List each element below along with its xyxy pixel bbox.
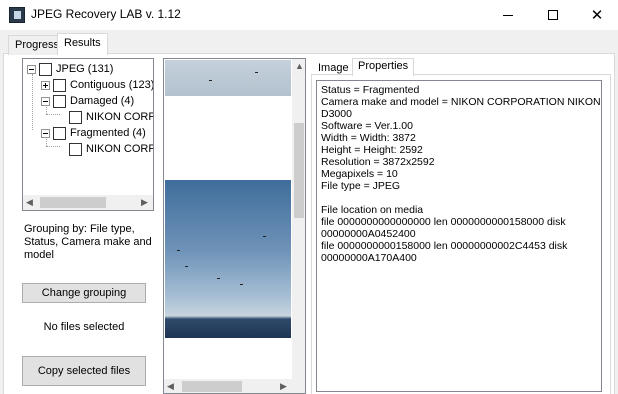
preview-vertical-scrollbar[interactable]: ▲	[292, 59, 305, 393]
location-entry-cont: 00000000A0452400	[321, 228, 416, 240]
tab-results[interactable]: Results	[57, 33, 108, 55]
location-entry: file 0000000000158000 len 00000000002C44…	[321, 240, 568, 252]
copy-selected-files-button[interactable]: Copy selected files	[22, 356, 146, 386]
thumbnail-image[interactable]	[165, 180, 291, 338]
change-grouping-button[interactable]: Change grouping	[22, 283, 146, 303]
scroll-left-icon[interactable]: ◀	[26, 197, 33, 208]
property-resolution: Resolution = 3872x2592	[321, 156, 435, 168]
tree-node-damaged-nikon[interactable]: NIKON CORPO	[69, 109, 153, 125]
tab-image-label: Image	[318, 62, 349, 74]
scroll-up-icon[interactable]: ▲	[295, 61, 304, 71]
tree-node-contiguous[interactable]: Contiguous (123)	[41, 77, 154, 93]
scroll-right-icon[interactable]: ▶	[280, 381, 287, 392]
tab-image[interactable]: Image	[313, 60, 354, 76]
file-tree[interactable]: JPEG (131) Contiguous (123) Damaged (4) …	[22, 58, 154, 211]
property-software: Software = Ver.1.00	[321, 120, 413, 132]
close-button[interactable]: ✕	[575, 0, 618, 30]
maximize-icon	[548, 10, 558, 20]
tab-progress-label: Progress	[15, 39, 60, 51]
scrollbar-thumb[interactable]	[182, 381, 242, 392]
collapse-icon[interactable]	[41, 128, 50, 138]
tab-results-label: Results	[64, 37, 101, 49]
preview-horizontal-scrollbar[interactable]: ◀ ▶	[164, 379, 292, 393]
property-height: Height = Height: 2592	[321, 144, 423, 156]
collapse-icon[interactable]	[41, 96, 50, 106]
tree-checkbox[interactable]	[53, 94, 66, 108]
property-file-type: File type = JPEG	[321, 180, 401, 192]
tree-checkbox[interactable]	[69, 110, 82, 124]
app-icon	[9, 7, 25, 23]
property-width: Width = Width: 3872	[321, 132, 416, 144]
grouping-description: Grouping by: File type, Status, Camera m…	[24, 223, 152, 261]
tree-node-label: Contiguous (123)	[70, 79, 154, 91]
minimize-button[interactable]	[486, 0, 530, 30]
property-megapixels: Megapixels = 10	[321, 168, 398, 180]
tree-node-label: Fragmented (4)	[70, 127, 146, 139]
scroll-right-icon[interactable]: ▶	[141, 197, 148, 208]
scrollbar-thumb[interactable]	[40, 197, 106, 208]
title-bar: JPEG Recovery LAB v. 1.12 ✕	[0, 0, 618, 30]
expand-icon[interactable]	[41, 80, 50, 90]
close-icon: ✕	[590, 6, 604, 24]
thumbnail-list[interactable]: ▲ ◀ ▶	[163, 58, 306, 394]
minimize-icon	[503, 14, 513, 16]
location-heading: File location on media	[321, 204, 424, 216]
thumbnail-image[interactable]	[165, 60, 291, 96]
tree-node-fragmented-nikon[interactable]: NIKON CORPO	[69, 141, 153, 157]
collapse-icon[interactable]	[27, 64, 36, 74]
tree-node-damaged[interactable]: Damaged (4)	[41, 93, 134, 109]
scrollbar-thumb[interactable]	[294, 123, 304, 218]
window-title: JPEG Recovery LAB v. 1.12	[31, 7, 181, 21]
tree-checkbox[interactable]	[53, 126, 66, 140]
location-entry-cont: 00000000A170A400	[321, 252, 417, 264]
tree-checkbox[interactable]	[53, 78, 66, 92]
property-status: Status = Fragmented	[321, 84, 420, 96]
tab-properties-label: Properties	[358, 60, 409, 72]
selection-status: No files selected	[43, 321, 125, 333]
tree-checkbox[interactable]	[39, 62, 52, 76]
maximize-button[interactable]	[531, 0, 575, 30]
property-camera: Camera make and model = NIKON CORPORATIO…	[321, 96, 601, 108]
property-camera-cont: D3000	[321, 108, 352, 120]
properties-text[interactable]: Status = Fragmented Camera make and mode…	[316, 80, 602, 392]
tree-checkbox[interactable]	[69, 142, 82, 156]
tree-node-label: NIKON CORPO	[86, 111, 153, 123]
tree-horizontal-scrollbar[interactable]: ◀ ▶	[23, 195, 153, 210]
tree-node-jpeg[interactable]: JPEG (131)	[27, 61, 113, 77]
tree-node-label: JPEG (131)	[56, 63, 114, 75]
tree-node-label: Damaged (4)	[70, 95, 135, 107]
tab-properties[interactable]: Properties	[352, 58, 415, 76]
tree-node-fragmented[interactable]: Fragmented (4)	[41, 125, 146, 141]
location-entry: file 0000000000000000 len 00000000001580…	[321, 216, 566, 228]
scroll-left-icon[interactable]: ◀	[167, 381, 174, 392]
tree-node-label: NIKON CORPO	[86, 143, 153, 155]
